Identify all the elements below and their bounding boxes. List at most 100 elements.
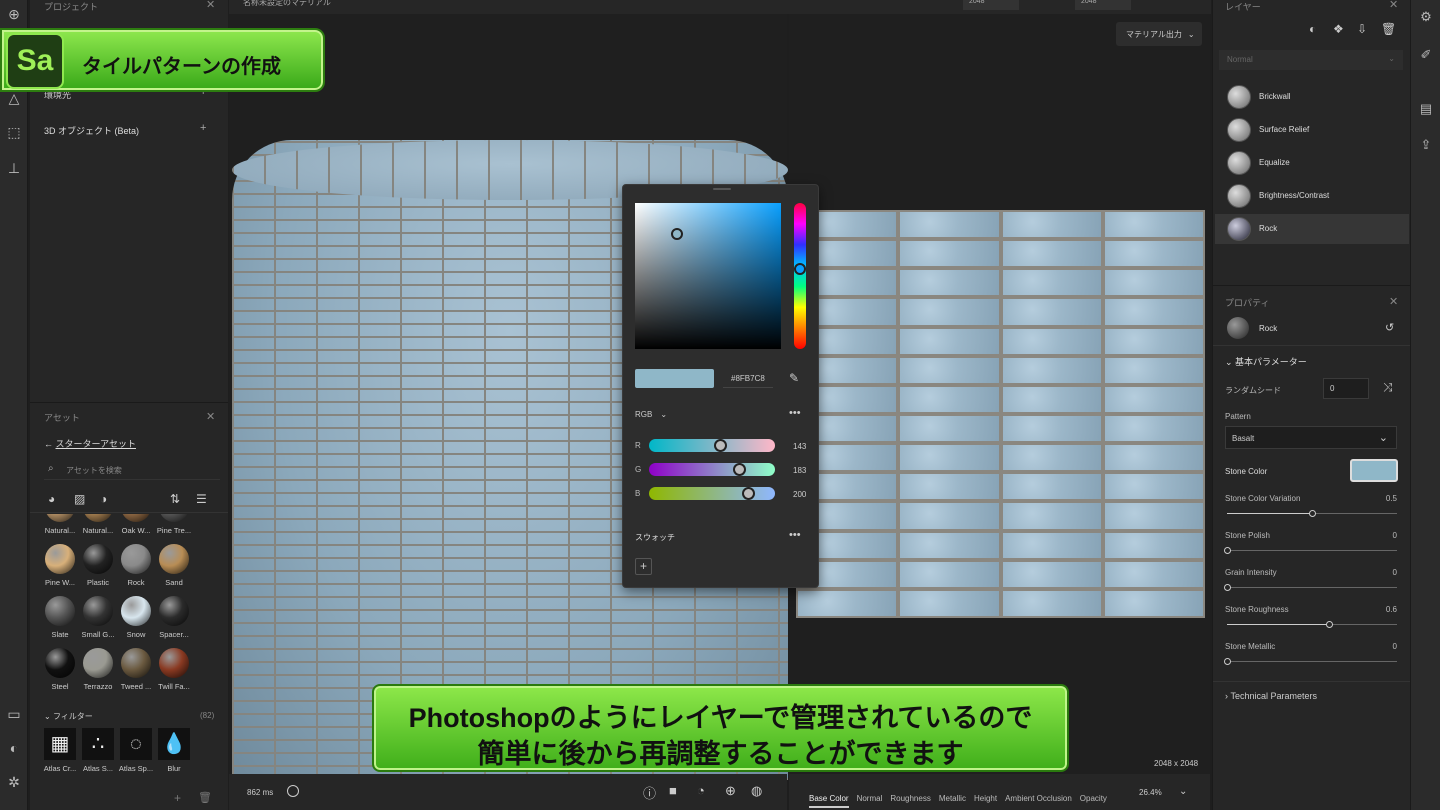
close-assets-icon[interactable]: ✕ [206, 410, 215, 423]
param-slider[interactable] [1227, 624, 1397, 625]
param-slider[interactable] [1227, 550, 1397, 551]
basic-params-toggle[interactable]: ⌄ 基本パラメーター [1225, 355, 1307, 368]
material-item[interactable]: Sand [156, 544, 192, 587]
channel-tab[interactable]: Base Color [809, 794, 849, 808]
color-mode-select[interactable]: RGB ⌄ [635, 410, 667, 419]
material-item[interactable]: Small G... [80, 596, 116, 639]
param-knob[interactable] [1326, 621, 1333, 628]
settings-icon[interactable]: ✲ [4, 772, 24, 792]
technical-params-toggle[interactable]: › Technical Parameters [1225, 691, 1317, 701]
layer-item[interactable]: Brickwall [1227, 82, 1407, 112]
eyedropper-icon[interactable]: ✎ [789, 371, 799, 385]
random-seed-input[interactable]: 0 [1323, 378, 1369, 399]
material-item[interactable]: Spacer... [156, 596, 192, 639]
list-view-icon[interactable]: ☰ [196, 492, 207, 506]
param-value[interactable]: 0 [1393, 568, 1397, 577]
material-item[interactable]: Tweed ... [118, 648, 154, 691]
material-item[interactable]: Natural... [42, 514, 78, 535]
palette-icon[interactable]: ◐ [4, 738, 24, 758]
filter-item[interactable]: 💧 Blur [156, 728, 192, 773]
red-slider[interactable] [649, 439, 775, 452]
param-value[interactable]: 0.6 [1386, 605, 1397, 614]
info-icon[interactable]: ⓘ [643, 783, 656, 802]
param-knob[interactable] [1224, 658, 1231, 665]
delete-layer-icon[interactable]: 🗑 [1381, 22, 1396, 36]
material-item[interactable]: Terrazzo [80, 648, 116, 691]
channel-tab[interactable]: Roughness [890, 794, 930, 803]
mask-icon[interactable]: ◐ [1309, 22, 1316, 36]
pattern-select[interactable]: Basalt ⌄ [1225, 426, 1397, 449]
material-item[interactable]: Twill Fa... [156, 648, 192, 691]
layer-item[interactable]: Equalize [1227, 148, 1407, 178]
material-item[interactable]: Oak W... [118, 514, 154, 535]
fill-icon[interactable]: ❖ [1333, 22, 1344, 36]
share-icon[interactable]: ⇪ [1417, 136, 1435, 154]
saturation-cursor[interactable] [671, 228, 683, 240]
layer-item[interactable]: Surface Relief [1227, 115, 1407, 145]
search-input[interactable]: アセットを検索 [66, 465, 122, 476]
starter-assets-link[interactable]: ← スターターアセット [44, 437, 136, 450]
sliders-icon[interactable]: ⚙ [1417, 8, 1435, 26]
saturation-field[interactable] [635, 203, 781, 349]
blue-knob[interactable] [741, 487, 755, 500]
material-filter-icon[interactable]: ◕ [48, 492, 55, 506]
globe-icon[interactable]: ⊕ [725, 783, 736, 799]
swatches-more-icon[interactable]: ••• [789, 529, 801, 541]
reset-icon[interactable]: ↺ [1385, 321, 1394, 334]
screen-icon[interactable]: ▭ [4, 704, 24, 724]
channel-tab[interactable]: Ambient Occlusion [1005, 794, 1072, 803]
red-value[interactable]: 143 [793, 442, 806, 451]
export-button[interactable]: マテリアル出力 ⌄ [1116, 22, 1202, 46]
camera-icon[interactable]: ■ [669, 783, 677, 798]
hue-slider[interactable] [794, 203, 806, 349]
hex-input[interactable]: #8FB7C8 [723, 369, 773, 388]
light-icon[interactable]: ◔ [697, 783, 705, 798]
shuffle-icon[interactable]: ⤨ [1383, 380, 1393, 395]
channel-tab[interactable]: Opacity [1080, 794, 1107, 803]
layer-item[interactable]: Brightness/Contrast [1227, 181, 1407, 211]
transform-icon[interactable]: ⬚ [4, 122, 24, 142]
material-item[interactable]: Rock [118, 544, 154, 587]
material-item[interactable]: Slate [42, 596, 78, 639]
add-object-button[interactable]: + [200, 122, 206, 134]
param-value[interactable]: 0 [1393, 642, 1397, 651]
stamp-icon[interactable]: ⊥ [4, 158, 24, 178]
add-asset-button[interactable]: + [174, 791, 181, 805]
green-slider[interactable] [649, 463, 775, 476]
layer-item[interactable]: Rock [1215, 214, 1409, 244]
green-value[interactable]: 183 [793, 466, 806, 475]
material-item[interactable]: Steel [42, 648, 78, 691]
height-field[interactable]: 2048 [1075, 0, 1131, 10]
image-filter-icon[interactable]: ▨ [74, 492, 85, 506]
search-field[interactable]: ⌕ アセットを検索 [44, 460, 220, 480]
blue-value[interactable]: 200 [793, 490, 806, 499]
stone-color-swatch[interactable] [1350, 459, 1398, 482]
trash-icon[interactable]: 🗑 [198, 791, 212, 804]
width-field[interactable]: 2048 [963, 0, 1019, 10]
red-knob[interactable] [713, 439, 727, 452]
param-slider[interactable] [1227, 661, 1397, 662]
material-ball-icon[interactable]: ◍ [751, 783, 762, 799]
param-knob[interactable] [1309, 510, 1316, 517]
channel-tab[interactable]: Height [974, 794, 997, 803]
sort-icon[interactable]: ⇅ [170, 492, 180, 506]
material-item[interactable]: Natural... [80, 514, 116, 535]
param-knob[interactable] [1224, 547, 1231, 554]
zoom-level[interactable]: 26.4% [1139, 788, 1162, 797]
material-item[interactable]: Pine Tre... [156, 514, 192, 535]
filter-item[interactable]: ∴ Atlas S... [80, 728, 116, 773]
more-options-icon[interactable]: ••• [789, 407, 801, 419]
close-icon[interactable]: ✕ [206, 0, 215, 11]
filter-item[interactable]: ▦ Atlas Cr... [42, 728, 78, 773]
channel-tab[interactable]: Normal [857, 794, 883, 803]
filter-item[interactable]: ◌ Atlas Sp... [118, 728, 154, 773]
channel-tab[interactable]: Metallic [939, 794, 966, 803]
material-item[interactable]: Plastic [80, 544, 116, 587]
material-item[interactable]: Snow [118, 596, 154, 639]
drag-handle[interactable] [713, 188, 731, 190]
param-knob[interactable] [1224, 584, 1231, 591]
param-value[interactable]: 0.5 [1386, 494, 1397, 503]
blend-mode-select[interactable]: Normal ⌄ [1219, 50, 1403, 70]
param-slider[interactable] [1227, 587, 1397, 588]
light-filter-icon[interactable]: ◑ [100, 492, 107, 506]
